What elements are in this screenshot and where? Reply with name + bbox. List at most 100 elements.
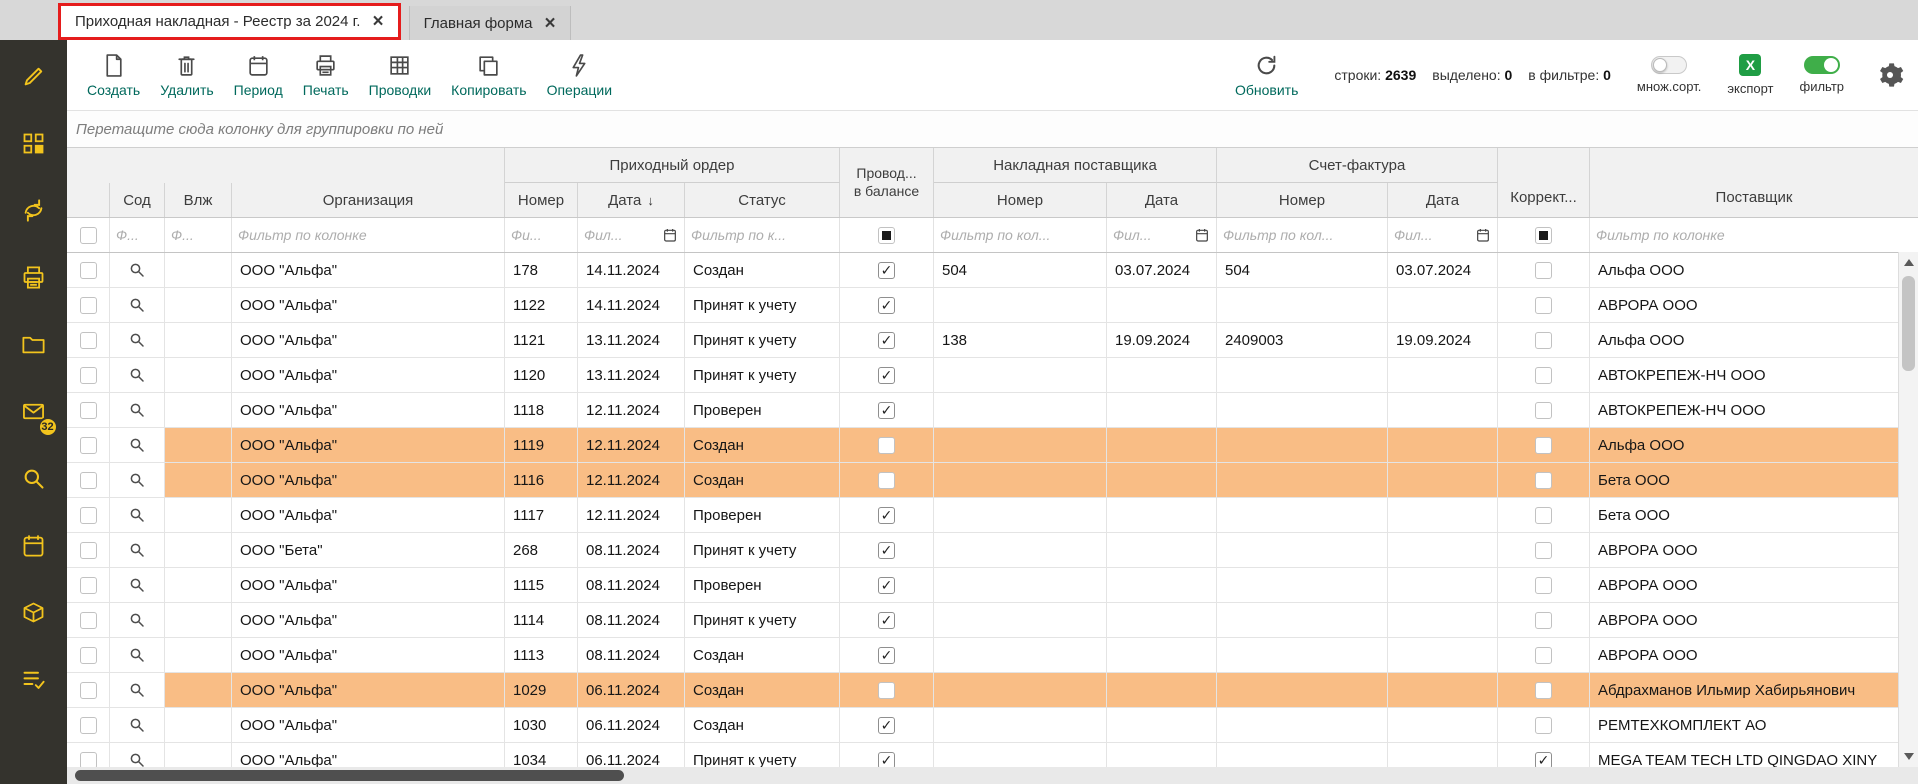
posted-checkbox[interactable] — [878, 472, 895, 489]
posted-checkbox[interactable] — [878, 752, 895, 769]
scroll-up-icon[interactable] — [1904, 259, 1914, 266]
column-header-number[interactable]: Номер — [505, 183, 578, 217]
posted-checkbox[interactable] — [878, 332, 895, 349]
row-checkbox[interactable] — [80, 577, 97, 594]
row-checkbox[interactable] — [80, 262, 97, 279]
magnifier-icon[interactable] — [128, 296, 146, 314]
grouping-drop-zone[interactable]: Перетащите сюда колонку для группировки … — [67, 111, 1918, 148]
magnifier-icon[interactable] — [128, 366, 146, 384]
magnifier-icon[interactable] — [128, 611, 146, 629]
correction-checkbox[interactable] — [1535, 367, 1552, 384]
scroll-down-icon[interactable] — [1904, 753, 1914, 760]
select-all-checkbox[interactable] — [80, 227, 97, 244]
column-header-supplier[interactable]: Поставщик — [1590, 148, 1918, 217]
sidebar-item-folders[interactable] — [14, 326, 54, 366]
magnifier-icon[interactable] — [128, 401, 146, 419]
sidebar-item-print[interactable] — [14, 259, 54, 299]
column-header-facture-date[interactable]: Дата — [1388, 183, 1498, 217]
sidebar-item-modules[interactable] — [14, 125, 54, 165]
row-checkbox[interactable] — [80, 647, 97, 664]
table-row[interactable]: ООО "Альфа" 1122 14.11.2024 Принят к уче… — [67, 288, 1918, 323]
period-button[interactable]: Период — [224, 48, 293, 102]
correction-checkbox[interactable] — [1535, 682, 1552, 699]
magnifier-icon[interactable] — [128, 471, 146, 489]
magnifier-icon[interactable] — [128, 646, 146, 664]
multisort-toggle[interactable] — [1651, 56, 1687, 74]
correction-checkbox[interactable] — [1535, 507, 1552, 524]
magnifier-icon[interactable] — [128, 751, 146, 768]
column-header-facture-number[interactable]: Номер — [1217, 183, 1388, 217]
row-checkbox[interactable] — [80, 297, 97, 314]
vertical-scroll-thumb[interactable] — [1902, 276, 1915, 371]
close-icon[interactable]: × — [372, 12, 383, 31]
correction-checkbox[interactable] — [1535, 297, 1552, 314]
tab-main-form[interactable]: Главная форма × — [409, 6, 571, 40]
magnifier-icon[interactable] — [128, 541, 146, 559]
table-row[interactable]: ООО "Альфа" 1034 06.11.2024 Принят к уче… — [67, 743, 1918, 768]
tab-incoming-invoice-registry[interactable]: Приходная накладная - Реестр за 2024 г. … — [58, 3, 401, 40]
copy-button[interactable]: Копировать — [441, 48, 536, 102]
column-header-date[interactable]: Дата ↓ — [578, 183, 685, 217]
facture-number-filter-input[interactable] — [1223, 227, 1381, 243]
posted-checkbox[interactable] — [878, 367, 895, 384]
band-header-supplier-invoice[interactable]: Накладная поставщика — [934, 148, 1217, 183]
sidebar-item-calendar[interactable] — [14, 527, 54, 567]
magnifier-icon[interactable] — [128, 261, 146, 279]
posted-filter-checkbox[interactable] — [878, 227, 895, 244]
table-row[interactable]: ООО "Альфа" 1120 13.11.2024 Принят к уче… — [67, 358, 1918, 393]
supplier-filter-input[interactable] — [1596, 227, 1912, 243]
correction-checkbox[interactable] — [1535, 402, 1552, 419]
column-header-invoice-number[interactable]: Номер — [934, 183, 1107, 217]
correction-checkbox[interactable] — [1535, 262, 1552, 279]
magnifier-icon[interactable] — [128, 576, 146, 594]
row-checkbox[interactable] — [80, 402, 97, 419]
magnifier-icon[interactable] — [128, 506, 146, 524]
row-checkbox[interactable] — [80, 332, 97, 349]
org-filter-input[interactable] — [238, 227, 498, 243]
correction-checkbox[interactable] — [1535, 717, 1552, 734]
excel-export-icon[interactable]: X — [1739, 54, 1761, 76]
posted-checkbox[interactable] — [878, 682, 895, 699]
horizontal-scrollbar[interactable] — [67, 767, 1898, 784]
correction-filter-checkbox[interactable] — [1535, 227, 1552, 244]
posted-checkbox[interactable] — [878, 297, 895, 314]
posted-checkbox[interactable] — [878, 577, 895, 594]
sidebar-item-catalog[interactable] — [14, 594, 54, 634]
posted-checkbox[interactable] — [878, 717, 895, 734]
sidebar-item-mail[interactable]: 32 — [14, 393, 54, 433]
row-checkbox[interactable] — [80, 437, 97, 454]
table-row[interactable]: ООО "Альфа" 1113 08.11.2024 Создан АВРОР… — [67, 638, 1918, 673]
vertical-scrollbar[interactable] — [1898, 252, 1918, 767]
operations-button[interactable]: Операции — [537, 48, 623, 102]
magnifier-icon[interactable] — [128, 331, 146, 349]
posted-checkbox[interactable] — [878, 542, 895, 559]
band-header-facture[interactable]: Счет-фактура — [1217, 148, 1498, 183]
invoice-date-filter-input[interactable] — [1113, 227, 1192, 243]
posted-checkbox[interactable] — [878, 402, 895, 419]
column-header-status[interactable]: Статус — [685, 183, 840, 217]
table-row[interactable]: ООО "Альфа" 1118 12.11.2024 Проверен АВТ… — [67, 393, 1918, 428]
calendar-picker-icon[interactable] — [662, 227, 678, 243]
filter-toggle[interactable] — [1804, 56, 1840, 74]
magnifier-icon[interactable] — [128, 436, 146, 454]
correction-checkbox[interactable] — [1535, 577, 1552, 594]
status-filter-input[interactable] — [691, 227, 833, 243]
correction-checkbox[interactable] — [1535, 437, 1552, 454]
table-row[interactable]: ООО "Альфа" 1114 08.11.2024 Принят к уче… — [67, 603, 1918, 638]
row-checkbox[interactable] — [80, 367, 97, 384]
table-row[interactable]: ООО "Альфа" 1030 06.11.2024 Создан РЕМТЕ… — [67, 708, 1918, 743]
column-header-vlj[interactable]: Влж — [165, 183, 232, 217]
column-header-sod[interactable]: Сод — [110, 183, 165, 217]
vlj-filter-input[interactable] — [171, 227, 225, 243]
row-checkbox[interactable] — [80, 717, 97, 734]
posted-checkbox[interactable] — [878, 507, 895, 524]
calendar-picker-icon[interactable] — [1194, 227, 1210, 243]
sidebar-item-edit[interactable] — [14, 58, 54, 98]
table-row[interactable]: ООО "Бета" 268 08.11.2024 Принят к учету… — [67, 533, 1918, 568]
row-checkbox[interactable] — [80, 752, 97, 769]
number-filter-input[interactable] — [511, 227, 571, 243]
posted-checkbox[interactable] — [878, 262, 895, 279]
row-checkbox[interactable] — [80, 682, 97, 699]
settings-gear-icon[interactable] — [1876, 61, 1904, 89]
row-checkbox[interactable] — [80, 507, 97, 524]
